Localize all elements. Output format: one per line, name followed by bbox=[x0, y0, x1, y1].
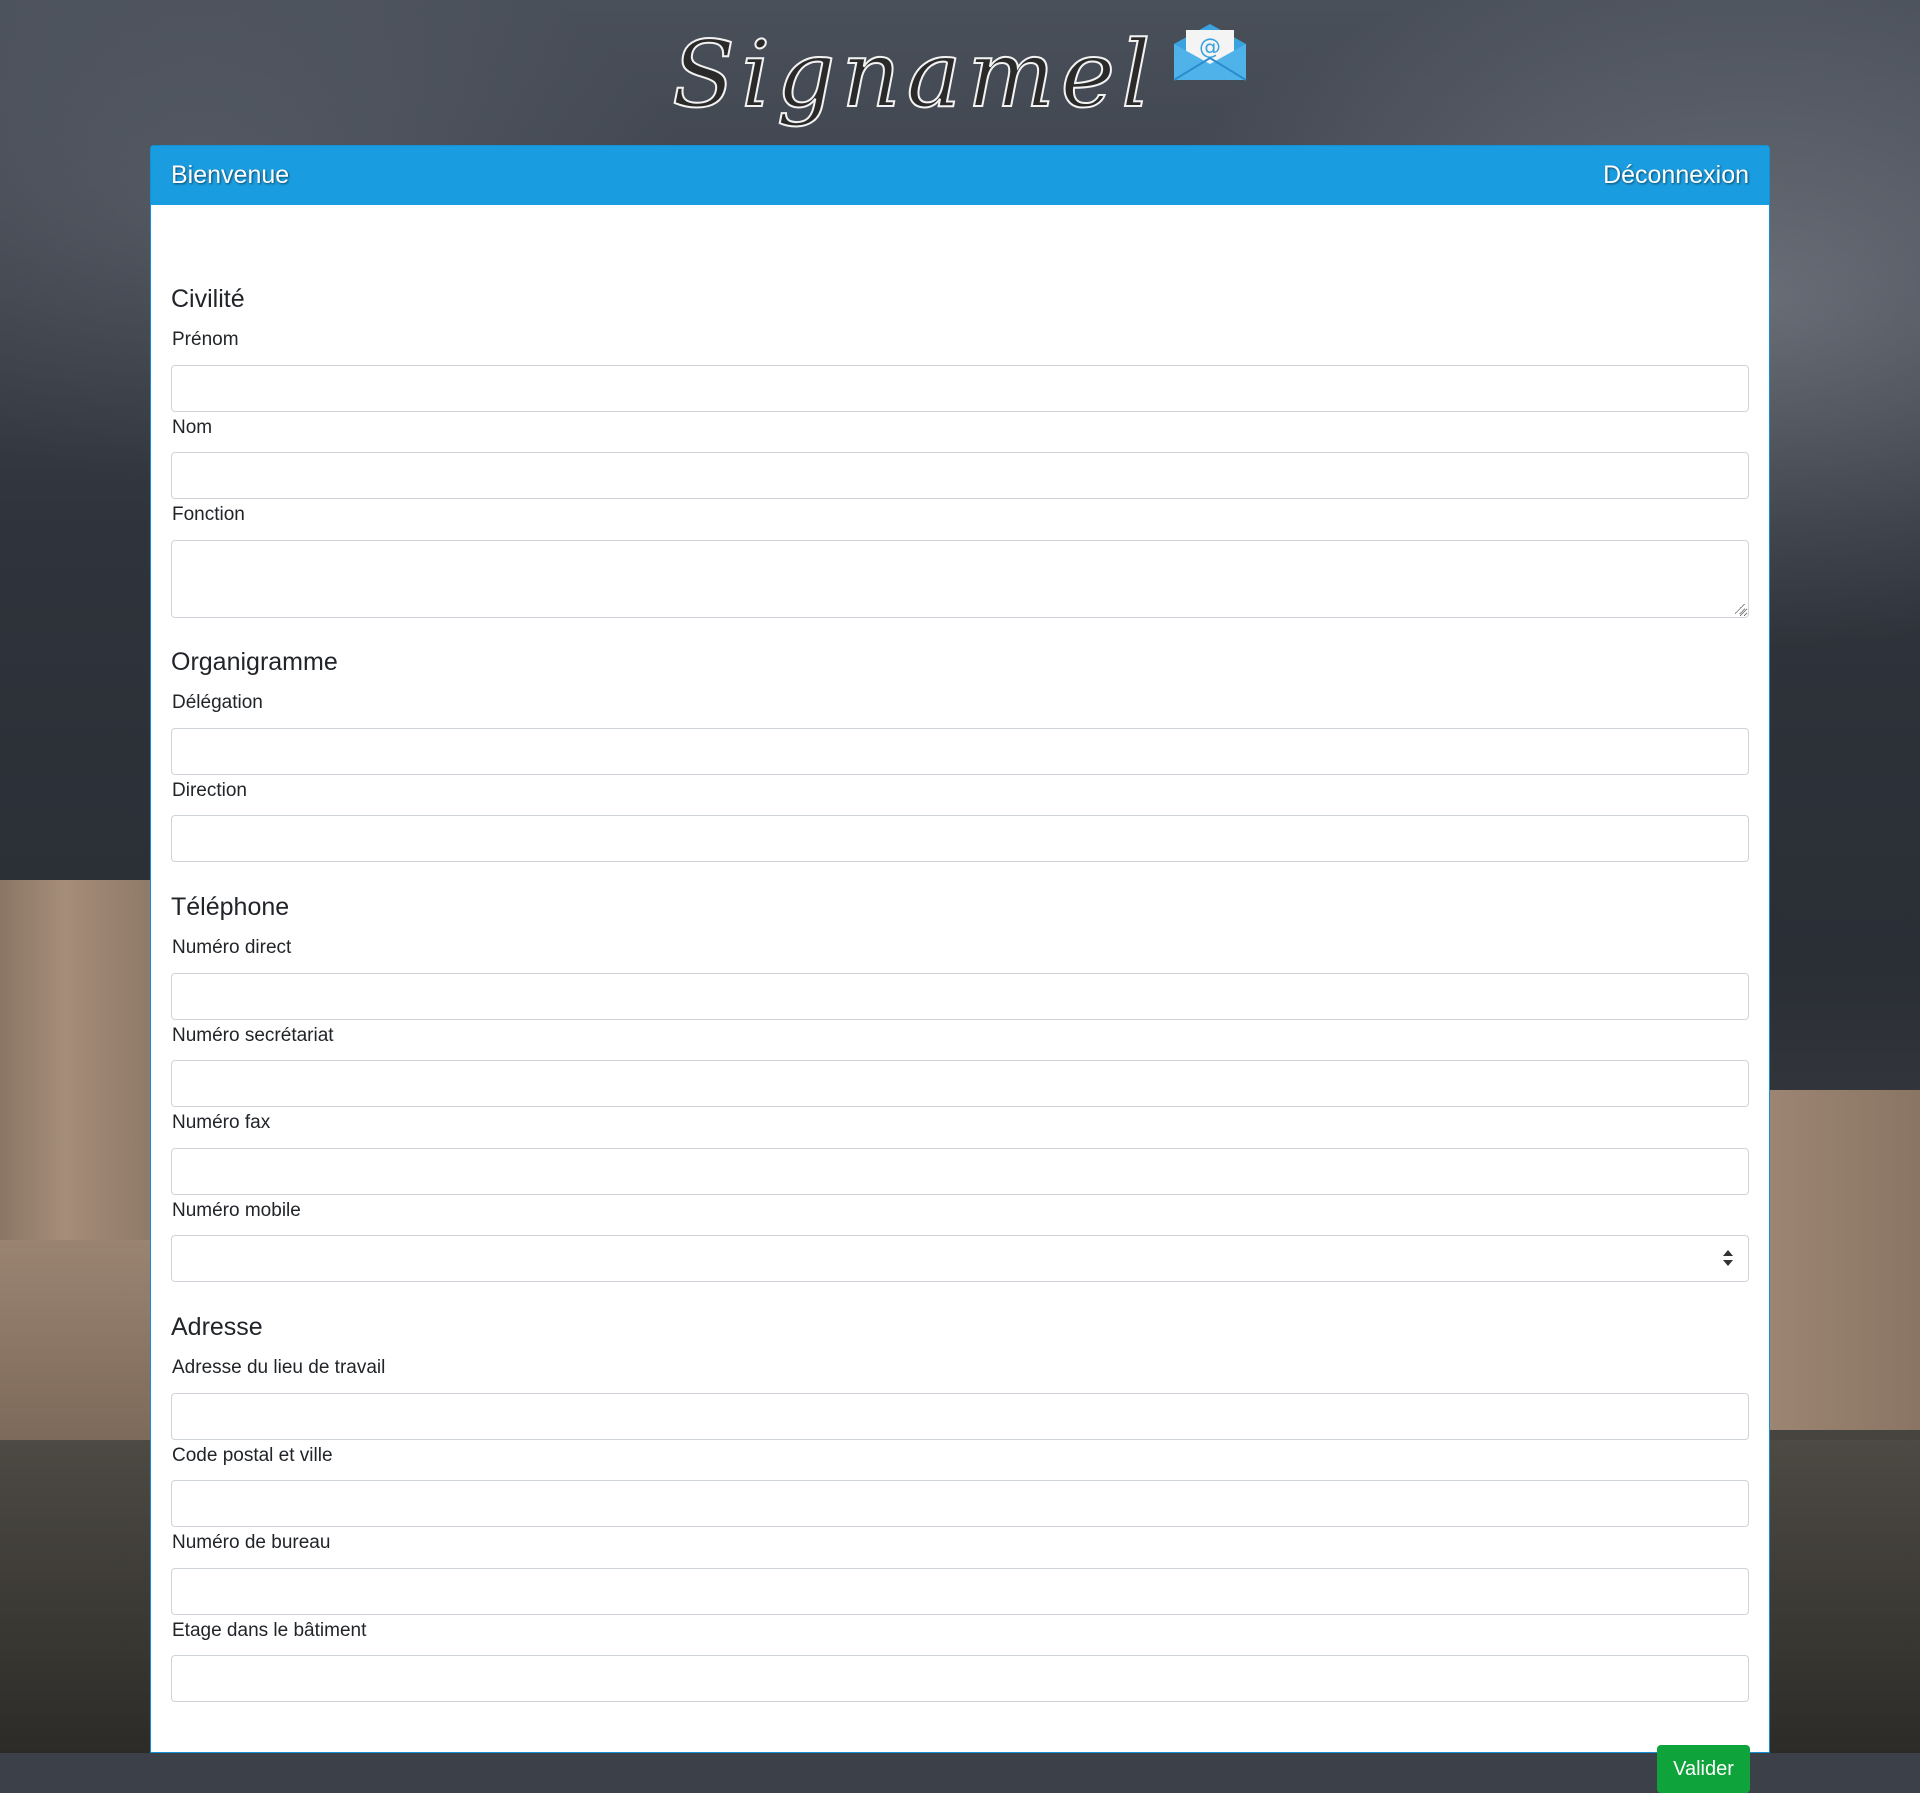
profile-form-card: Bienvenue Déconnexion Civilité Prénom No… bbox=[150, 145, 1770, 1793]
adresse-lieu-input[interactable] bbox=[171, 1393, 1749, 1440]
numero-direct-label: Numéro direct bbox=[172, 937, 292, 958]
submit-button[interactable]: Valider bbox=[1657, 1745, 1750, 1793]
numero-secretariat-label: Numéro secrétariat bbox=[172, 1025, 334, 1046]
logo-text: Signamel bbox=[671, 20, 1157, 129]
etage-input[interactable] bbox=[171, 1655, 1749, 1702]
section-title-telephone: Téléphone bbox=[171, 893, 290, 921]
spin-down-icon[interactable] bbox=[1723, 1260, 1733, 1266]
logout-link[interactable]: Déconnexion bbox=[1603, 161, 1749, 190]
prenom-label: Prénom bbox=[172, 329, 239, 350]
adresse-lieu-label: Adresse du lieu de travail bbox=[172, 1357, 386, 1378]
prenom-input[interactable] bbox=[171, 365, 1749, 412]
app-logo: Signamel @ bbox=[671, 20, 1252, 130]
delegation-input[interactable] bbox=[171, 728, 1749, 775]
section-title-civilite: Civilité bbox=[171, 285, 245, 313]
fort-wall-left bbox=[0, 1240, 170, 1440]
numero-direct-input[interactable] bbox=[171, 973, 1749, 1020]
numero-mobile-label: Numéro mobile bbox=[172, 1200, 301, 1221]
numero-fax-input[interactable] bbox=[171, 1148, 1749, 1195]
direction-input[interactable] bbox=[171, 815, 1749, 862]
numero-bureau-input[interactable] bbox=[171, 1568, 1749, 1615]
fonction-textarea[interactable] bbox=[171, 540, 1749, 618]
section-title-organigramme: Organigramme bbox=[171, 648, 338, 676]
nom-label: Nom bbox=[172, 417, 213, 438]
fonction-textarea-wrap bbox=[171, 540, 1749, 618]
card-header: Bienvenue Déconnexion bbox=[151, 146, 1769, 205]
fort-tower-right bbox=[1770, 1090, 1920, 1430]
delegation-label: Délégation bbox=[172, 692, 263, 713]
numero-mobile-wrap bbox=[171, 1235, 1749, 1282]
svg-text:@: @ bbox=[1199, 35, 1221, 60]
numero-mobile-input[interactable] bbox=[171, 1235, 1749, 1282]
numero-secretariat-input[interactable] bbox=[171, 1060, 1749, 1107]
nom-input[interactable] bbox=[171, 452, 1749, 499]
code-postal-ville-input[interactable] bbox=[171, 1480, 1749, 1527]
number-spinner[interactable] bbox=[1721, 1245, 1735, 1271]
spin-up-icon[interactable] bbox=[1723, 1250, 1733, 1256]
code-postal-ville-label: Code postal et ville bbox=[172, 1445, 333, 1466]
section-title-adresse: Adresse bbox=[171, 1313, 263, 1341]
etage-label: Etage dans le bâtiment bbox=[172, 1620, 367, 1641]
numero-bureau-label: Numéro de bureau bbox=[172, 1532, 331, 1553]
resize-handle-icon[interactable] bbox=[1735, 604, 1745, 614]
direction-label: Direction bbox=[172, 780, 247, 801]
numero-fax-label: Numéro fax bbox=[172, 1112, 271, 1133]
fonction-label: Fonction bbox=[172, 504, 245, 525]
envelope-at-icon: @ bbox=[1173, 24, 1247, 81]
welcome-title: Bienvenue bbox=[171, 161, 290, 189]
